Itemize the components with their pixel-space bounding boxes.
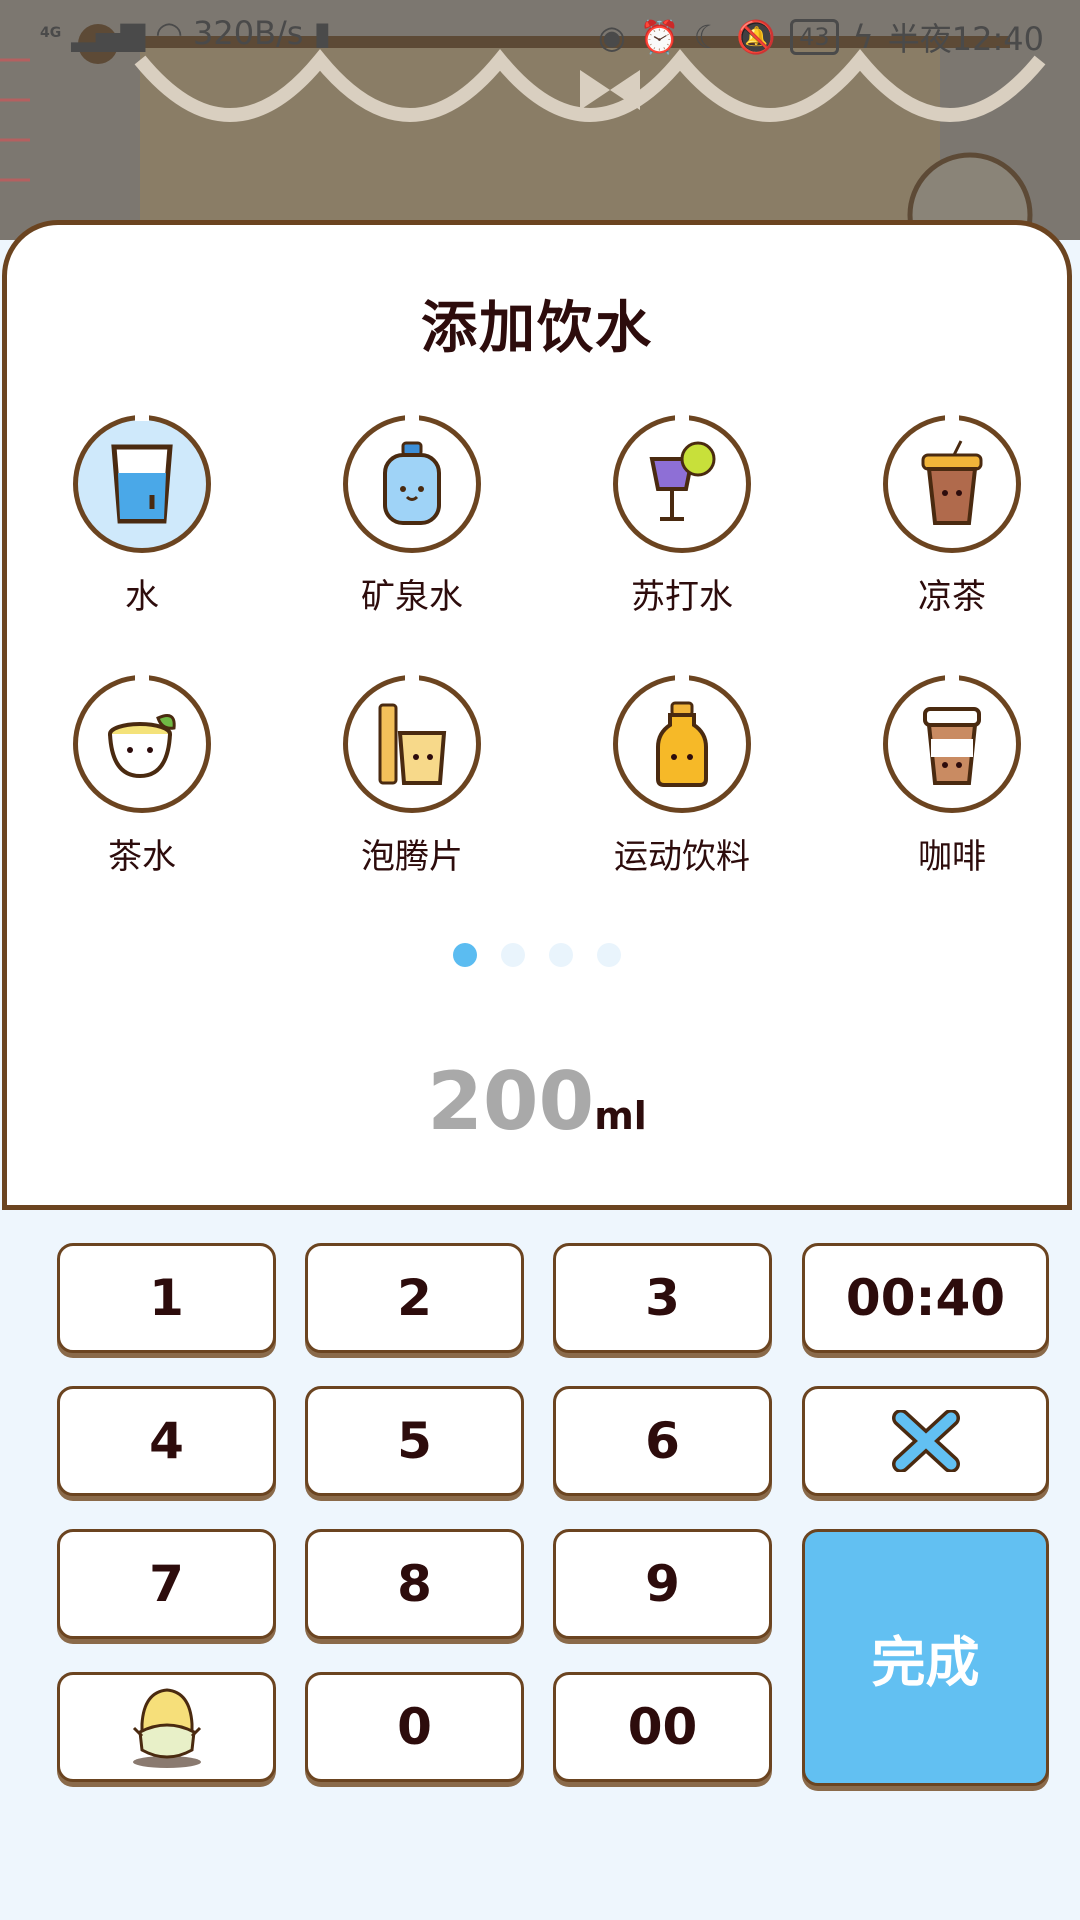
drink-icon-circle xyxy=(73,415,211,553)
charging-icon: ϟ xyxy=(852,18,874,56)
key-6[interactable]: 6 xyxy=(553,1386,772,1496)
iced-tea-cup-icon xyxy=(921,440,983,525)
coffee-cup-icon xyxy=(923,707,981,785)
amount-display: 200ml xyxy=(7,1055,1067,1148)
mascot-button[interactable] xyxy=(57,1672,276,1782)
amount-value: 200 xyxy=(427,1055,595,1148)
drink-icon-circle xyxy=(883,675,1021,813)
drink-label: 泡腾片 xyxy=(361,837,463,877)
time-button[interactable]: 00:40 xyxy=(802,1243,1049,1353)
network-type: 4G xyxy=(40,25,62,41)
battery-level: 43 xyxy=(790,19,839,55)
key-7[interactable]: 7 xyxy=(57,1529,276,1639)
key-2[interactable]: 2 xyxy=(305,1243,524,1353)
eye-comfort-icon: ◉ xyxy=(597,18,626,56)
drink-icon-circle xyxy=(613,675,751,813)
key-8[interactable]: 8 xyxy=(305,1529,524,1639)
page-dot-3[interactable] xyxy=(549,943,573,967)
key-0[interactable]: 0 xyxy=(305,1672,524,1782)
key-5[interactable]: 5 xyxy=(305,1386,524,1496)
drink-icon-circle xyxy=(343,415,481,553)
drink-option-soda-water[interactable]: 苏打水 xyxy=(572,415,792,618)
drink-icon-circle xyxy=(343,675,481,813)
drink-label: 运动饮料 xyxy=(614,837,750,877)
drink-option-effervescent-tablet[interactable]: 泡腾片 xyxy=(302,675,522,878)
signal-icon: ▂▄▆ xyxy=(71,14,146,52)
network-speed: 320B/s xyxy=(192,14,304,52)
drink-option-coffee[interactable]: 咖啡 xyxy=(842,675,1062,878)
drink-label: 茶水 xyxy=(108,837,176,877)
drink-label: 凉茶 xyxy=(918,577,986,617)
dialog-title: 添加饮水 xyxy=(421,296,653,361)
drink-option-sports-drink[interactable]: 运动饮料 xyxy=(572,675,792,878)
drink-icon-circle xyxy=(883,415,1021,553)
wifi-icon: ◠ xyxy=(155,14,183,52)
mute-icon: 🔕 xyxy=(736,18,777,56)
key-4[interactable]: 4 xyxy=(57,1386,276,1496)
drink-option-herbal-tea[interactable]: 凉茶 xyxy=(842,415,1062,618)
sports-drink-bottle-icon xyxy=(656,701,708,787)
tea-bowl-icon xyxy=(108,714,176,779)
page-dot-4[interactable] xyxy=(597,943,621,967)
amount-unit: ml xyxy=(594,1094,647,1138)
page-indicator xyxy=(7,943,1067,967)
status-bar: 4G ▂▄▆ ◠ 320B/s ▮ ◉ ⏰ ☾ 🔕 43 ϟ 半夜12:40 xyxy=(0,0,1080,70)
mineral-water-bottle-icon xyxy=(383,441,441,525)
close-icon xyxy=(891,1410,960,1472)
drink-icon-circle xyxy=(613,415,751,553)
drink-option-mineral-water[interactable]: 矿泉水 xyxy=(302,415,522,618)
mascot-chick-icon xyxy=(132,1688,201,1768)
key-3[interactable]: 3 xyxy=(553,1243,772,1353)
key-1[interactable]: 1 xyxy=(57,1243,276,1353)
drink-label: 咖啡 xyxy=(918,837,986,877)
page-dot-1[interactable] xyxy=(453,943,477,967)
key-9[interactable]: 9 xyxy=(553,1529,772,1639)
drink-icon-circle xyxy=(73,675,211,813)
drink-label: 矿泉水 xyxy=(361,577,463,617)
moon-icon: ☾ xyxy=(693,18,723,56)
battery-saver-icon: ▮ xyxy=(313,14,332,52)
water-glass-icon xyxy=(111,444,173,524)
drink-option-tea[interactable]: 茶水 xyxy=(32,675,252,878)
soda-cocktail-icon xyxy=(649,441,716,521)
done-button[interactable]: 完成 xyxy=(802,1529,1049,1786)
delete-button[interactable] xyxy=(802,1386,1049,1496)
drink-option-water[interactable]: 水 xyxy=(32,415,252,618)
add-water-dialog: 添加饮水 水 矿泉水 苏打水 凉茶 茶水 泡腾片 运动饮料 咖啡 200ml xyxy=(2,220,1072,1210)
drink-label: 水 xyxy=(125,577,159,617)
drink-label: 苏打水 xyxy=(631,577,733,617)
alarm-icon: ⏰ xyxy=(639,18,680,56)
clock: 半夜12:40 xyxy=(887,20,1044,58)
key-00[interactable]: 00 xyxy=(553,1672,772,1782)
effervescent-tablet-icon xyxy=(378,703,447,785)
page-dot-2[interactable] xyxy=(501,943,525,967)
